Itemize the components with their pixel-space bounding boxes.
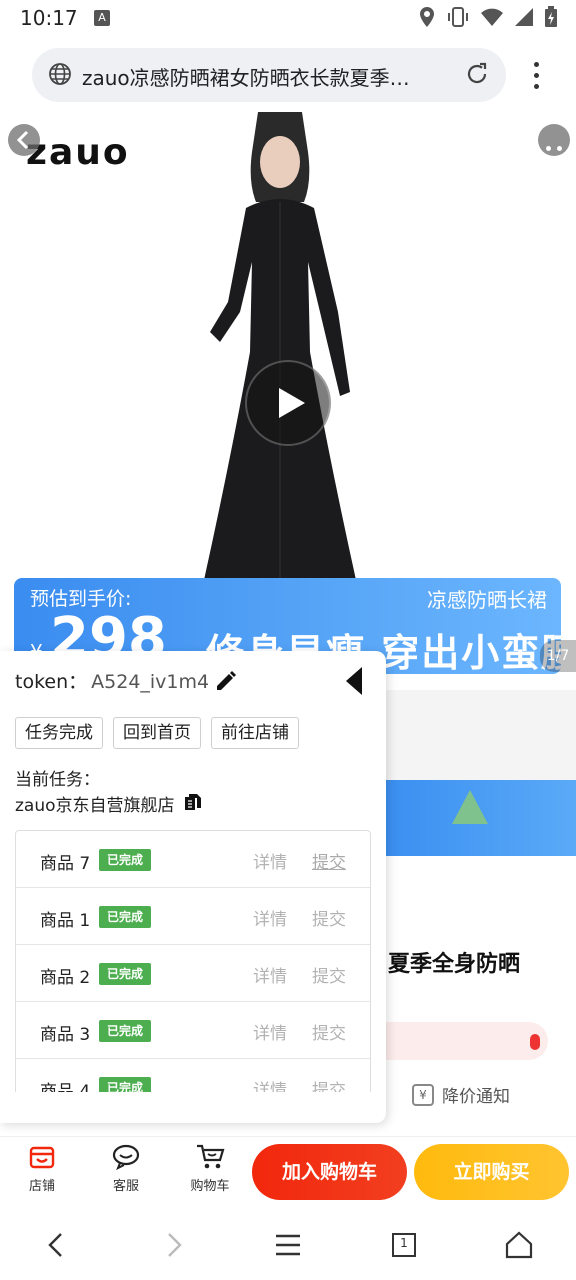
submit-link[interactable]: 提交 — [312, 905, 346, 930]
wifi-icon — [481, 8, 503, 26]
product-title-fragment: 夏季全身防晒 — [388, 952, 521, 977]
task-row: 商品 3 已完成 详情 提交 — [16, 1002, 370, 1059]
tab-count: 1 — [400, 1236, 408, 1250]
status-badge: 已完成 — [99, 963, 152, 985]
vibrate-icon — [448, 7, 468, 27]
model-photo — [204, 112, 356, 580]
back-arrow-icon[interactable] — [42, 1230, 72, 1260]
play-icon — [279, 388, 305, 418]
globe-icon — [49, 63, 71, 85]
task-item-name: 商品 7 — [40, 854, 91, 874]
task-complete-button[interactable]: 任务完成 — [15, 717, 103, 749]
store-label: 店铺 — [28, 1179, 55, 1194]
current-task-name: zauo京东自营旗舰店 — [15, 796, 175, 816]
submit-link[interactable]: 提交 — [312, 962, 346, 987]
detail-link[interactable]: 详情 — [253, 1019, 287, 1044]
edit-icon[interactable] — [214, 669, 238, 693]
promo-indicator — [530, 1034, 540, 1050]
price-alert-label: 降价通知 — [442, 1087, 510, 1107]
price-tag-icon: ¥ — [412, 1083, 434, 1106]
service-label: 客服 — [112, 1179, 139, 1194]
brand-logo: zauo — [26, 132, 130, 173]
task-row: 商品 4 已完成 详情 提交 — [16, 1059, 370, 1092]
store-button[interactable]: 店铺 — [12, 1143, 72, 1194]
reload-icon[interactable] — [464, 61, 490, 87]
task-item-name: 商品 4 — [40, 1082, 91, 1092]
cart-button[interactable]: 购物车 — [180, 1143, 240, 1194]
play-video-button[interactable] — [245, 360, 331, 446]
bottom-action-bar: 店铺 客服 购物车 加入购物车 立即购买 — [0, 1136, 576, 1208]
tabs-button[interactable]: 1 — [389, 1230, 419, 1260]
detail-link[interactable]: 详情 — [253, 962, 287, 987]
task-list: 商品 7 已完成 详情 提交 商品 1 已完成 详情 提交 商品 2 已完成 详… — [15, 830, 371, 1092]
menu-icon[interactable] — [273, 1230, 303, 1260]
cart-label: 购物车 — [190, 1179, 230, 1194]
token-value: A524_iv1m4 — [91, 671, 210, 693]
task-item-name: 商品 2 — [40, 968, 91, 988]
panel-actions: 任务完成 回到首页 前往店铺 — [15, 717, 299, 749]
status-time: 10:17 — [20, 6, 78, 30]
status-bar: 10:17 A — [0, 0, 576, 36]
task-row: 商品 2 已完成 详情 提交 — [16, 945, 370, 1002]
task-item-name: 商品 3 — [40, 1025, 91, 1045]
status-badge: 已完成 — [99, 1077, 152, 1092]
url-bar[interactable]: zauo凉感防晒裙女防晒衣长款夏季… — [32, 48, 506, 102]
task-item-name: 商品 1 — [40, 911, 91, 931]
status-badge: 已完成 — [99, 849, 152, 871]
submit-link[interactable]: 提交 — [312, 1019, 346, 1044]
current-task-label: 当前任务： — [15, 770, 100, 790]
signal-icon — [515, 8, 533, 26]
chevron-left-icon — [16, 130, 29, 150]
image-pager: 1/7 — [540, 640, 576, 672]
store-icon — [29, 1146, 55, 1169]
browser-nav-bar: 1 — [0, 1210, 576, 1280]
product-image[interactable]: zauo — [0, 112, 576, 580]
copy-icon[interactable] — [184, 793, 202, 811]
task-panel: token： A524_iv1m4 任务完成 回到首页 前往店铺 当前任务： za… — [0, 651, 386, 1123]
add-to-cart-button[interactable]: 加入购物车 — [252, 1144, 407, 1200]
detail-link[interactable]: 详情 — [253, 905, 287, 930]
submit-link[interactable]: 提交 — [312, 848, 346, 873]
task-row: 商品 1 已完成 详情 提交 — [16, 888, 370, 945]
browser-menu-icon[interactable] — [526, 60, 546, 90]
forward-arrow-icon[interactable] — [158, 1230, 188, 1260]
home-icon[interactable] — [504, 1230, 534, 1260]
token-label: token： — [15, 671, 88, 693]
battery-icon — [545, 6, 557, 27]
price-alert-button[interactable]: ¥ 降价通知 — [412, 1082, 510, 1107]
status-badge: 已完成 — [99, 906, 152, 928]
submit-link[interactable]: 提交 — [312, 1076, 346, 1092]
promo-bar[interactable] — [386, 1022, 548, 1060]
url-text[interactable]: zauo凉感防晒裙女防晒衣长款夏季… — [82, 62, 452, 91]
status-badge: 已完成 — [99, 1020, 152, 1042]
notification-icon: A — [94, 10, 110, 26]
detail-link[interactable]: 详情 — [253, 1076, 287, 1092]
promo-strip[interactable] — [386, 780, 576, 856]
status-icons — [418, 6, 558, 28]
token-row: token： A524_iv1m4 — [15, 667, 209, 694]
task-row: 商品 7 已完成 详情 提交 — [16, 831, 370, 888]
go-to-store-button[interactable]: 前往店铺 — [211, 717, 299, 749]
chat-icon — [112, 1144, 140, 1171]
cart-icon — [197, 1144, 225, 1169]
back-button[interactable] — [8, 124, 40, 156]
collapse-panel-icon[interactable] — [346, 667, 362, 695]
location-icon — [420, 7, 434, 27]
page: 10:17 A zauo凉感防晒裙女防晒衣长款夏季… zauo 预估到手价: 凉… — [0, 0, 576, 1280]
service-button[interactable]: 客服 — [96, 1143, 156, 1194]
back-home-button[interactable]: 回到首页 — [113, 717, 201, 749]
background-section — [386, 690, 576, 780]
detail-link[interactable]: 详情 — [253, 848, 287, 873]
more-button[interactable] — [538, 124, 570, 156]
banner-product-tag: 凉感防晒长裙 — [427, 588, 547, 612]
buy-now-button[interactable]: 立即购买 — [414, 1144, 569, 1200]
